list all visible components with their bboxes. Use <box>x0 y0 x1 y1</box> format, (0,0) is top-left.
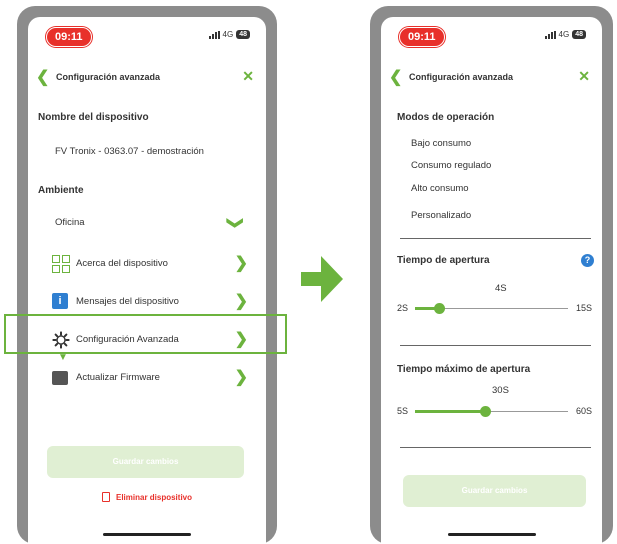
trash-icon <box>101 492 110 502</box>
slider-min-label: 2S <box>397 303 409 313</box>
chevron-right-icon: ❯ <box>234 293 248 310</box>
divider <box>400 345 591 346</box>
status-bar: 09:11 4G 48 <box>38 27 256 47</box>
delete-device-label: Eliminar dispositivo <box>115 493 192 502</box>
info-icon: i <box>52 293 68 309</box>
save-button[interactable]: Guardar cambios <box>403 475 586 507</box>
network-type: 4G <box>558 30 570 39</box>
screen-right: 09:11 4G 48 ❮ Configuración avanzada ✕ M… <box>381 17 602 544</box>
help-icon[interactable]: ? <box>581 254 594 267</box>
slider-thumb[interactable] <box>479 406 491 417</box>
mode-option[interactable]: Alto consumo <box>411 183 469 194</box>
menu-item-update-firmware[interactable]: Actualizar Firmware ❯ <box>52 367 254 389</box>
max-opening-time-slider[interactable]: 5S 60S <box>397 405 592 419</box>
battery-icon: 48 <box>236 30 250 39</box>
home-indicator <box>447 533 536 536</box>
slider-thumb[interactable] <box>433 303 445 314</box>
slider-max-label: 60S <box>575 406 592 416</box>
ambient-select-value[interactable]: Oficina <box>55 217 85 228</box>
device-name-value[interactable]: FV Tronix - 0363.07 - demostración <box>55 146 204 157</box>
opening-time-header: Tiempo de apertura <box>397 255 490 266</box>
menu-item-messages[interactable]: i Mensajes del dispositivo ❯ <box>52 291 254 313</box>
system-indicators: 4G 48 <box>208 30 250 39</box>
status-time: 09:11 <box>46 27 92 47</box>
close-icon[interactable]: ✕ <box>578 68 590 85</box>
device-name-header: Nombre del dispositivo <box>38 112 149 123</box>
nav-bar: ❮ Configuración avanzada ✕ <box>381 67 602 87</box>
phone-frame-right: 09:11 4G 48 ❮ Configuración avanzada ✕ M… <box>370 6 613 544</box>
close-icon[interactable]: ✕ <box>242 68 254 85</box>
slider-min-label: 5S <box>397 406 409 416</box>
signal-icon <box>208 30 220 39</box>
battery-icon: 48 <box>572 30 586 39</box>
modes-header: Modos de operación <box>397 112 495 123</box>
save-button[interactable]: Guardar cambios <box>47 446 244 478</box>
page-title: Configuración avanzada <box>409 72 514 82</box>
divider <box>400 238 591 239</box>
network-type: 4G <box>222 30 234 39</box>
highlight-box <box>4 314 287 354</box>
opening-time-slider[interactable]: 2S 15S <box>397 302 592 316</box>
mode-option[interactable]: Personalizado <box>411 210 471 221</box>
max-opening-time-value: 30S <box>492 385 509 396</box>
signal-icon <box>544 30 556 39</box>
arrow-down-icon: ▼ <box>58 352 68 363</box>
back-chevron-icon[interactable]: ❮ <box>36 67 49 87</box>
ambient-header: Ambiente <box>38 185 84 196</box>
chevron-down-icon[interactable]: ❯ <box>225 216 245 229</box>
mode-option[interactable]: Bajo consumo <box>411 138 471 149</box>
max-opening-time-header: Tiempo máximo de apertura <box>397 364 531 375</box>
nav-bar: ❮ Configuración avanzada ✕ <box>28 67 266 87</box>
delete-device-button[interactable]: Eliminar dispositivo <box>28 492 266 502</box>
opening-time-value: 4S <box>495 283 507 294</box>
menu-item-label: Actualizar Firmware <box>76 372 160 383</box>
mode-option[interactable]: Consumo regulado <box>411 160 491 171</box>
chevron-right-icon: ❯ <box>234 255 248 272</box>
status-bar: 09:11 4G 48 <box>391 27 592 47</box>
divider <box>400 447 591 448</box>
page-title: Configuración avanzada <box>56 72 161 82</box>
slider-max-label: 15S <box>575 303 592 313</box>
screen-left: 09:11 4G 48 ❮ Configuración avanzada ✕ N… <box>28 17 266 544</box>
slider-fill <box>415 410 485 413</box>
system-indicators: 4G 48 <box>544 30 586 39</box>
status-time: 09:11 <box>399 27 445 47</box>
transition-arrow-icon <box>301 256 343 302</box>
menu-item-about[interactable]: Acerca del dispositivo ❯ <box>52 253 254 275</box>
back-chevron-icon[interactable]: ❮ <box>389 67 402 87</box>
menu-item-label: Mensajes del dispositivo <box>76 296 179 307</box>
phone-frame-left: 09:11 4G 48 ❮ Configuración avanzada ✕ N… <box>17 6 277 544</box>
chevron-right-icon: ❯ <box>234 369 248 386</box>
home-indicator <box>103 533 191 536</box>
grid-icon <box>52 255 70 273</box>
firmware-icon <box>52 371 68 385</box>
menu-item-label: Acerca del dispositivo <box>76 258 168 269</box>
